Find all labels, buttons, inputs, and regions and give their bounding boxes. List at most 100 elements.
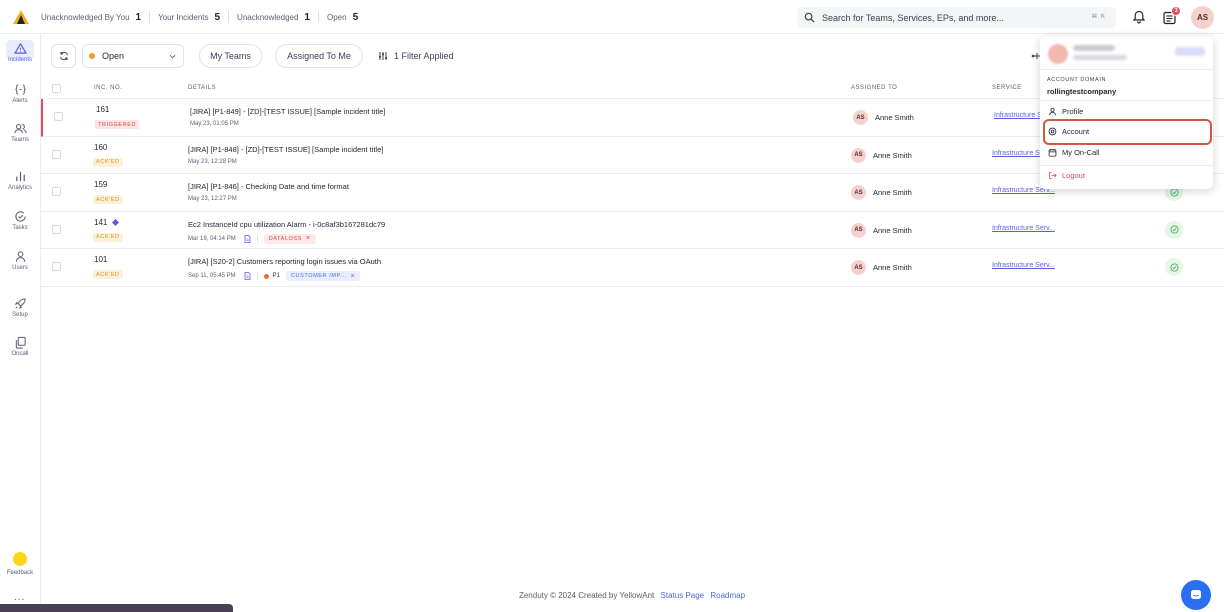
incident-meta: Mar 19, 04:14 PM DATALOSS × <box>188 233 316 244</box>
redacted-user-name <box>1073 45 1115 51</box>
incident-title[interactable]: [JIRA] [P1-846] - Checking Date and time… <box>188 182 349 191</box>
assignee-name: Anne Smith <box>875 113 914 122</box>
bell-icon[interactable] <box>1132 10 1146 24</box>
feedback-icon[interactable] <box>13 552 27 566</box>
assignee[interactable]: AS Anne Smith <box>851 185 912 200</box>
assigned-to-me-button[interactable]: Assigned To Me <box>275 44 363 68</box>
counter-unacknowledged[interactable]: Unacknowledged 1 <box>237 12 310 23</box>
counter-label: Open <box>326 12 347 22</box>
incident-number[interactable]: 159 <box>94 180 107 189</box>
feedback-label[interactable]: Feedback <box>0 570 40 576</box>
incident-title[interactable]: Ec2 InstanceId cpu utilization Alarm - i… <box>188 220 385 229</box>
incident-number[interactable]: 160 <box>94 143 107 152</box>
tag-label: DATALOSS <box>268 235 303 242</box>
column-header-assigned-to[interactable]: ASSIGNED TO <box>851 85 897 91</box>
filter-applied-button[interactable]: 1 Filter Applied <box>378 44 454 68</box>
service-link[interactable]: Infrastructure Serv... <box>992 225 1055 232</box>
document-icon[interactable] <box>244 234 251 243</box>
sidebar-item-users[interactable]: Users <box>0 250 40 271</box>
tag-badge: DATALOSS × <box>263 233 316 244</box>
column-header-service[interactable]: SERVICE <box>992 85 1022 91</box>
user-avatar-button[interactable]: AS <box>1191 6 1214 29</box>
column-header-details[interactable]: DETAILS <box>188 85 216 91</box>
service-link[interactable]: Infrastructure Serv... <box>992 262 1055 269</box>
bar-chart-icon <box>15 171 25 182</box>
assignee-name: Anne Smith <box>873 263 912 272</box>
incident-number[interactable]: 141 <box>94 218 120 227</box>
document-icon[interactable] <box>244 272 251 280</box>
sidebar: Incidents Alerts Teams Analytics Tasks U… <box>0 34 41 612</box>
assignee[interactable]: AS Anne Smith <box>851 260 912 275</box>
assignee-name: Anne Smith <box>873 188 912 197</box>
sidebar-item-teams[interactable]: Teams <box>0 122 40 143</box>
divider <box>317 11 319 23</box>
sidebar-item-analytics[interactable]: Analytics <box>0 170 40 191</box>
row-checkbox[interactable] <box>52 262 61 271</box>
counter-open[interactable]: Open 5 <box>327 12 358 23</box>
divider <box>256 234 258 243</box>
menu-item-logout[interactable]: Logout <box>1048 171 1085 180</box>
menu-item-label: My On-Call <box>1062 148 1100 157</box>
counter-value: 1 <box>304 11 310 23</box>
global-search-input[interactable]: Search for Teams, Services, EPs, and mor… <box>797 7 1116 28</box>
avatar <box>1048 44 1068 64</box>
roadmap-link[interactable]: Roadmap <box>710 591 745 600</box>
sidebar-item-oncall[interactable]: Oncall <box>0 336 40 357</box>
menu-item-my-oncall[interactable]: My On-Call <box>1048 148 1100 157</box>
assignee[interactable]: AS Anne Smith <box>851 222 912 238</box>
menu-item-label: Logout <box>1062 171 1085 180</box>
copy-icon <box>15 336 26 349</box>
incident-title[interactable]: [JIRA] [P1-849] - [ZD]-[TEST ISSUE] [Sam… <box>190 107 385 116</box>
remove-tag-icon[interactable]: × <box>351 273 356 280</box>
sidebar-item-alerts[interactable]: Alerts <box>0 83 40 104</box>
select-all-checkbox[interactable] <box>52 84 61 93</box>
menu-item-profile[interactable]: Profile <box>1048 107 1083 116</box>
refresh-button[interactable] <box>51 44 76 68</box>
browser-status-url <box>0 604 233 612</box>
row-checkbox[interactable] <box>54 112 63 121</box>
status-page-link[interactable]: Status Page <box>661 591 705 600</box>
counter-your-incidents[interactable]: Your Incidents 5 <box>158 12 220 23</box>
status-dot-icon <box>89 53 95 59</box>
counter-value: 5 <box>214 11 221 23</box>
remove-tag-icon[interactable]: × <box>306 235 311 242</box>
acknowledged-check-icon[interactable] <box>1165 220 1183 239</box>
clock-check-icon <box>14 211 26 222</box>
table-row[interactable]: 101 ACK'ED [JIRA] [S20-2] Customers repo… <box>41 249 1224 287</box>
sidebar-item-setup[interactable]: Setup <box>0 297 40 318</box>
table-row[interactable]: 141 ACK'ED Ec2 InstanceId cpu utilizatio… <box>41 212 1224 249</box>
row-checkbox[interactable] <box>52 149 61 159</box>
incident-date: May 23, 12:27 PM <box>188 196 237 202</box>
account-domain-label: ACCOUNT DOMAIN <box>1047 77 1107 83</box>
sidebar-item-tasks[interactable]: Tasks <box>0 210 40 231</box>
row-checkbox[interactable] <box>52 187 61 196</box>
status-select-value: Open <box>102 51 125 61</box>
chevron-down-icon <box>169 54 176 59</box>
row-checkbox[interactable] <box>52 224 61 234</box>
counter-unack-by-you[interactable]: Unacknowledged By You 1 <box>41 12 141 23</box>
logout-icon <box>1049 171 1057 180</box>
incident-number[interactable]: 161 <box>96 105 109 114</box>
avatar: AS <box>853 110 868 125</box>
priority-label: P1 <box>272 273 280 279</box>
filter-sliders-icon <box>379 52 387 60</box>
assignee[interactable]: AS Anne Smith <box>853 110 914 125</box>
avatar: AS <box>851 185 866 200</box>
status-select[interactable]: Open <box>82 44 184 68</box>
incident-title[interactable]: [JIRA] [P1-848] - [ZD]-[TEST ISSUE] [Sam… <box>188 145 383 154</box>
incident-number[interactable]: 101 <box>94 255 107 264</box>
column-header-inc-no[interactable]: INC. NO. <box>94 85 122 91</box>
tag-label: CUSTOMER IMP... <box>290 273 347 279</box>
menu-item-label: Profile <box>1062 107 1084 116</box>
chat-support-button[interactable] <box>1181 580 1211 610</box>
my-teams-button[interactable]: My Teams <box>199 44 262 68</box>
incident-title[interactable]: [JIRA] [S20-2] Customers reporting login… <box>188 257 381 266</box>
sidebar-item-incidents[interactable]: Incidents <box>0 40 40 63</box>
status-badge: ACK'ED <box>93 232 123 242</box>
assignee[interactable]: AS Anne Smith <box>851 147 912 163</box>
zenduty-logo-icon[interactable] <box>12 9 30 25</box>
app-root: Unacknowledged By You 1 Your Incidents 5… <box>0 0 1224 612</box>
sidebar-item-label: Alerts <box>12 98 28 104</box>
redacted-role-badge <box>1175 47 1205 56</box>
acknowledged-check-icon[interactable] <box>1165 258 1183 276</box>
